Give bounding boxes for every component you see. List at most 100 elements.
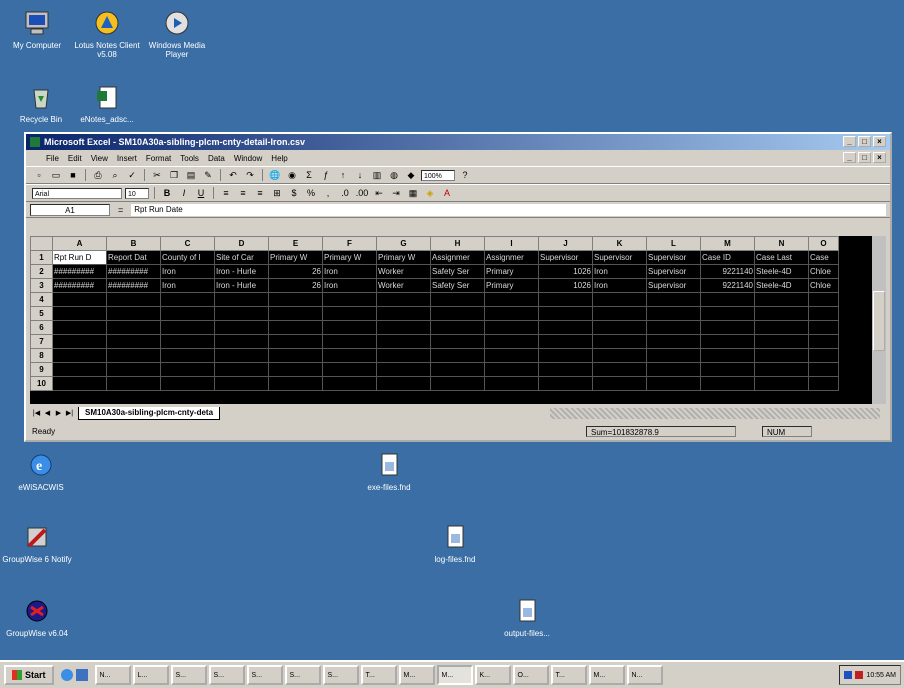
cell[interactable] bbox=[214, 292, 269, 307]
select-all-corner[interactable] bbox=[30, 236, 53, 251]
currency-icon[interactable]: $ bbox=[287, 187, 301, 199]
cell[interactable] bbox=[700, 306, 755, 321]
font-size-select[interactable]: 10 bbox=[125, 187, 149, 199]
taskbar-button[interactable]: S... bbox=[284, 665, 321, 685]
cell[interactable]: Worker bbox=[376, 278, 431, 293]
cell[interactable] bbox=[160, 320, 215, 335]
cell[interactable]: Iron bbox=[322, 278, 377, 293]
cell[interactable]: ######### bbox=[52, 264, 107, 279]
cell[interactable]: Supervisor bbox=[646, 278, 701, 293]
column-header[interactable]: J bbox=[538, 236, 593, 251]
taskbar-button[interactable]: S... bbox=[170, 665, 207, 685]
cell[interactable] bbox=[430, 362, 485, 377]
cell[interactable] bbox=[376, 376, 431, 391]
cell[interactable] bbox=[322, 320, 377, 335]
percent-icon[interactable]: % bbox=[304, 187, 318, 199]
desktop-icon-media-player[interactable]: Windows Media Player bbox=[142, 8, 212, 59]
cell[interactable]: Steele-4D bbox=[754, 278, 809, 293]
menu-data[interactable]: Data bbox=[208, 154, 225, 163]
close-button[interactable]: × bbox=[873, 136, 886, 147]
cell[interactable] bbox=[268, 334, 323, 349]
taskbar-button[interactable]: O... bbox=[512, 665, 549, 685]
cell[interactable] bbox=[538, 334, 593, 349]
cell[interactable] bbox=[484, 334, 539, 349]
column-header[interactable]: G bbox=[376, 236, 431, 251]
borders-icon[interactable]: ▦ bbox=[406, 187, 420, 199]
drawing-icon[interactable]: ◆ bbox=[404, 169, 418, 181]
menu-format[interactable]: Format bbox=[146, 154, 171, 163]
cell[interactable] bbox=[700, 362, 755, 377]
align-left-icon[interactable]: ≡ bbox=[219, 187, 233, 199]
align-center-icon[interactable]: ≡ bbox=[236, 187, 250, 199]
tray-network-icon[interactable] bbox=[844, 671, 853, 679]
cell[interactable] bbox=[538, 306, 593, 321]
redo-icon[interactable]: ↷ bbox=[243, 169, 257, 181]
taskbar-button[interactable]: S... bbox=[208, 665, 245, 685]
cell[interactable] bbox=[52, 376, 107, 391]
cell[interactable] bbox=[214, 348, 269, 363]
cell[interactable] bbox=[646, 362, 701, 377]
cell[interactable] bbox=[808, 334, 839, 349]
column-header[interactable]: N bbox=[754, 236, 809, 251]
cell[interactable] bbox=[214, 376, 269, 391]
chart-wizard-icon[interactable]: ▥ bbox=[370, 169, 384, 181]
comma-icon[interactable]: , bbox=[321, 187, 335, 199]
start-button[interactable]: Start bbox=[4, 665, 54, 685]
cell[interactable]: Chloe bbox=[808, 278, 839, 293]
cell[interactable] bbox=[106, 320, 161, 335]
cell[interactable] bbox=[322, 362, 377, 377]
cell[interactable]: Primary bbox=[484, 278, 539, 293]
row-header[interactable]: 5 bbox=[30, 306, 53, 321]
cell[interactable] bbox=[808, 320, 839, 335]
cell[interactable] bbox=[430, 334, 485, 349]
prev-sheet-icon[interactable]: ◀ bbox=[43, 409, 52, 418]
cell[interactable]: Assignmer bbox=[484, 250, 539, 265]
align-right-icon[interactable]: ≡ bbox=[253, 187, 267, 199]
cell[interactable]: Safety Ser bbox=[430, 264, 485, 279]
cell[interactable] bbox=[106, 334, 161, 349]
cell[interactable] bbox=[430, 320, 485, 335]
open-icon[interactable]: ▭ bbox=[49, 169, 63, 181]
column-header[interactable]: B bbox=[106, 236, 161, 251]
doc-restore-button[interactable]: □ bbox=[858, 152, 871, 163]
desktop-icon-log-files[interactable]: log-files.fnd bbox=[420, 522, 490, 564]
cell[interactable] bbox=[700, 348, 755, 363]
cell[interactable] bbox=[376, 320, 431, 335]
cell[interactable]: Iron - Hurle bbox=[214, 278, 269, 293]
formula-content[interactable]: Rpt Run Date bbox=[131, 203, 886, 216]
cell[interactable]: 26 bbox=[268, 264, 323, 279]
cell[interactable] bbox=[538, 320, 593, 335]
cell[interactable] bbox=[808, 362, 839, 377]
cell[interactable]: Iron - Hurle bbox=[214, 264, 269, 279]
cell[interactable]: Iron bbox=[322, 264, 377, 279]
taskbar-button[interactable]: S... bbox=[322, 665, 359, 685]
cell[interactable]: Report Dat bbox=[106, 250, 161, 265]
sort-ascending-icon[interactable]: ↑ bbox=[336, 169, 350, 181]
print-icon[interactable]: ⎙ bbox=[91, 169, 105, 181]
cell[interactable]: Safety Ser bbox=[430, 278, 485, 293]
cell[interactable] bbox=[646, 334, 701, 349]
help-icon[interactable]: ? bbox=[458, 169, 472, 181]
desktop-icon-groupwise[interactable]: GroupWise v6.04 bbox=[2, 596, 72, 638]
undo-icon[interactable]: ↶ bbox=[226, 169, 240, 181]
cell[interactable] bbox=[592, 362, 647, 377]
name-box[interactable]: A1 bbox=[30, 203, 110, 216]
function-icon[interactable]: ƒ bbox=[319, 169, 333, 181]
cell[interactable]: Chloe bbox=[808, 264, 839, 279]
cell[interactable]: Primary W bbox=[322, 250, 377, 265]
fill-color-icon[interactable]: ◈ bbox=[423, 187, 437, 199]
cell[interactable] bbox=[754, 362, 809, 377]
cell[interactable] bbox=[754, 348, 809, 363]
maximize-button[interactable]: □ bbox=[858, 136, 871, 147]
column-header[interactable]: O bbox=[808, 236, 839, 251]
cell[interactable]: Case Last bbox=[754, 250, 809, 265]
desktop-icon-recycle-bin[interactable]: Recycle Bin bbox=[6, 82, 76, 124]
cell[interactable] bbox=[268, 320, 323, 335]
menu-edit[interactable]: Edit bbox=[68, 154, 82, 163]
cell[interactable] bbox=[52, 292, 107, 307]
cell[interactable] bbox=[592, 292, 647, 307]
decrease-decimal-icon[interactable]: .00 bbox=[355, 187, 369, 199]
cell[interactable] bbox=[160, 306, 215, 321]
menu-insert[interactable]: Insert bbox=[117, 154, 137, 163]
taskbar-button[interactable]: N... bbox=[626, 665, 663, 685]
